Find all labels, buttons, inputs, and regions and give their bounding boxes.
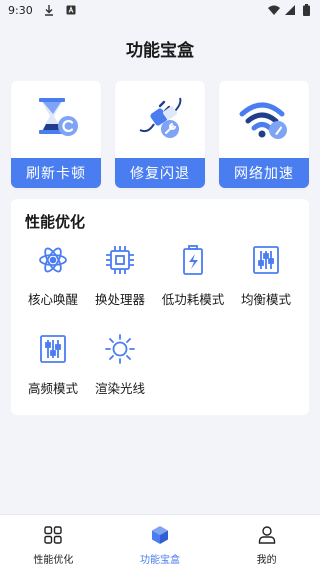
card-label: 网络加速 [219,158,309,188]
section-title: 性能优化 [25,213,86,231]
grid-icon [42,524,64,546]
card-label: 刷新卡顿 [11,158,101,188]
tool-balanced-mode[interactable]: 均衡模式 [229,243,303,313]
tool-label: 换处理器 [94,292,145,307]
signal-icon [284,4,296,16]
tool-high-frequency-mode[interactable]: 高频模式 [16,332,90,402]
battery-icon [300,4,312,16]
nav-label: 我的 [256,555,277,566]
nav-item-toolbox[interactable]: 功能宝盒 [107,515,214,568]
card-network-boost[interactable]: 网络加速 [219,81,309,188]
tool-label: 低功耗模式 [161,292,225,307]
notification-a-icon [65,4,77,16]
tool-switch-processor[interactable]: 换处理器 [83,243,157,313]
feature-cards: 刷新卡顿 修复闪退 网络加速 [11,81,309,188]
sun-icon [103,332,137,366]
tool-label: 渲染光线 [94,381,145,396]
battery-bolt-icon [176,243,210,277]
card-label: 修复闪退 [115,158,205,188]
download-icon [43,4,55,16]
tool-label: 核心唤醒 [27,292,78,307]
sliders-icon [36,332,70,366]
status-time: 9:30 [8,3,33,17]
atom-icon [36,243,70,277]
nav-item-performance[interactable]: 性能优化 [0,515,107,568]
plug-repair-icon [115,81,205,158]
wifi-icon [268,4,280,16]
equalizer-sliders-icon [249,243,283,277]
tool-label: 高频模式 [27,381,78,396]
cpu-chip-icon [103,243,137,277]
card-fix-crash[interactable]: 修复闪退 [115,81,205,188]
nav-label: 功能宝盒 [140,555,180,566]
page-title: 功能宝盒 [126,41,194,61]
card-refresh-lag[interactable]: 刷新卡顿 [11,81,101,188]
cube-icon [149,524,171,546]
user-icon [256,524,278,546]
bottom-nav: 性能优化 功能宝盒 我的 [0,514,320,568]
tool-low-power-mode[interactable]: 低功耗模式 [156,243,230,313]
tool-core-wake[interactable]: 核心唤醒 [16,243,90,313]
status-bar: 9:30 [0,0,320,20]
nav-item-me[interactable]: 我的 [213,515,320,568]
tool-render-lighting[interactable]: 渲染光线 [83,332,157,402]
wifi-rocket-icon [219,81,309,158]
nav-label: 性能优化 [33,555,74,566]
tool-label: 均衡模式 [240,292,291,307]
hourglass-refresh-icon [11,81,101,158]
performance-panel: 性能优化 核心唤醒 换处理器 低功耗模式 均衡模式 高频模式 渲染光线 [11,199,309,415]
